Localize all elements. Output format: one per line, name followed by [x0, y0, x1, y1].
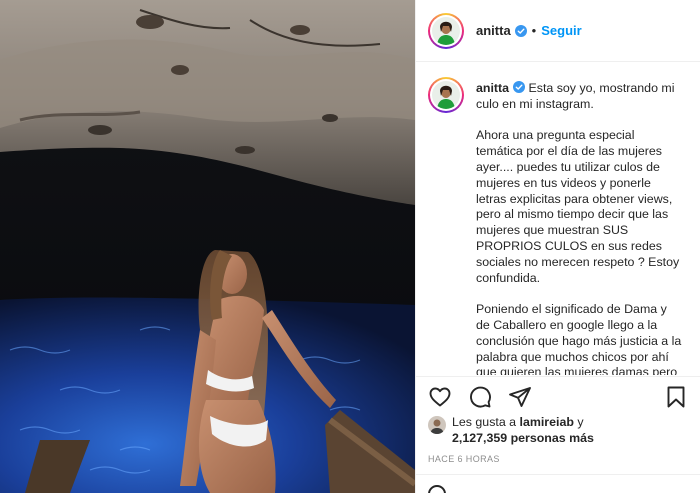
cave-photo-illustration [0, 0, 415, 493]
caption: anitta Esta soy yo, mostrando mi culo en… [428, 77, 684, 375]
follow-button[interactable]: Seguir [541, 23, 581, 38]
author-username[interactable]: anitta [476, 23, 511, 38]
post-timestamp[interactable]: HACE 6 HORAS [428, 454, 500, 464]
likes-text: Les gusta a lamireiab y 2,127,359 person… [452, 414, 594, 446]
likes-prefix: Les gusta a [452, 415, 520, 429]
comment-box [416, 474, 700, 493]
bookmark-icon [667, 386, 685, 407]
instagram-post: anitta • Seguir anitta Esta soy yo, most… [0, 0, 700, 493]
action-bar [416, 376, 700, 416]
comment-button[interactable] [468, 385, 492, 409]
post-sidebar: anitta • Seguir anitta Esta soy yo, most… [415, 0, 700, 493]
post-header: anitta • Seguir [416, 0, 700, 62]
separator-dot: • [531, 23, 537, 38]
likes-and: y [573, 415, 584, 429]
share-icon [509, 386, 531, 407]
share-button[interactable] [508, 385, 532, 409]
caption-body: Esta soy yo, mostrando mi culo en mi ins… [476, 81, 682, 375]
like-button[interactable] [428, 385, 452, 409]
liker-avatar[interactable] [428, 416, 446, 434]
liker-username[interactable]: lamireiab [520, 415, 574, 429]
verified-badge-icon [513, 81, 526, 93]
verified-badge-icon [514, 24, 527, 37]
caption-text: anitta Esta soy yo, mostrando mi culo en… [476, 81, 684, 375]
avatar-image [432, 81, 460, 109]
emoji-icon[interactable] [428, 485, 446, 493]
caption-avatar[interactable] [428, 77, 464, 113]
avatar-image [428, 416, 446, 434]
post-photo[interactable] [0, 0, 415, 493]
caption-username[interactable]: anitta [476, 81, 509, 95]
comment-icon [470, 386, 491, 407]
likes-summary: Les gusta a lamireiab y 2,127,359 person… [428, 414, 688, 446]
save-button[interactable] [664, 385, 688, 409]
heart-icon [429, 387, 451, 406]
comments-section[interactable]: anitta Esta soy yo, mostrando mi culo en… [416, 63, 700, 375]
likes-count[interactable]: 2,127,359 personas más [452, 431, 594, 445]
author-avatar[interactable] [428, 12, 464, 49]
avatar-image [432, 16, 460, 45]
